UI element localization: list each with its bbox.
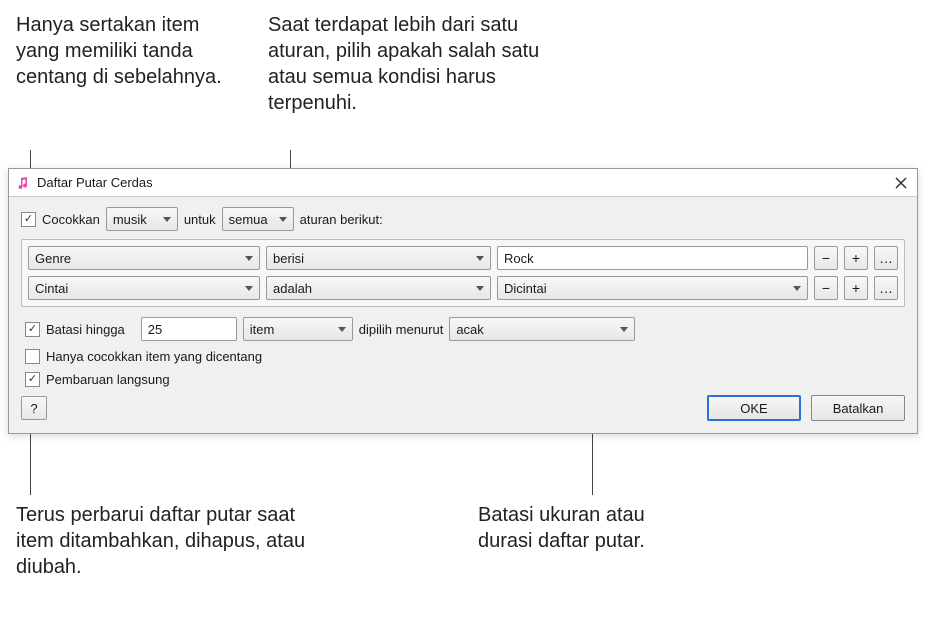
rule-field-select[interactable]: Cintai — [28, 276, 260, 300]
callout-limit: Batasi ukuran atau durasi daftar putar. — [478, 502, 678, 554]
limit-label: Batasi hingga — [46, 322, 125, 337]
rule-operator-value: berisi — [273, 251, 304, 266]
rules-container: Genre berisi Rock − + … Cintai adalah Di… — [21, 239, 905, 307]
rule-value-input[interactable]: Rock — [497, 246, 808, 270]
rule-value-text: Dicintai — [504, 281, 547, 296]
close-button[interactable] — [891, 173, 911, 193]
limit-selectedby-text: dipilih menurut — [359, 322, 444, 337]
callout-only-checked: Hanya sertakan item yang memiliki tanda … — [16, 12, 246, 90]
limit-unit-value: item — [250, 322, 275, 337]
music-note-icon — [15, 175, 31, 191]
match-mode-select[interactable]: semua — [222, 207, 294, 231]
limit-checkbox[interactable] — [25, 322, 40, 337]
callout-match-mode: Saat terdapat lebih dari satu aturan, pi… — [268, 12, 568, 116]
match-for-text: untuk — [184, 212, 216, 227]
match-suffix-text: aturan berikut: — [300, 212, 383, 227]
only-checked-checkbox[interactable] — [25, 349, 40, 364]
match-row: Cocokkan musik untuk semua aturan beriku… — [21, 207, 905, 231]
rule-row: Cintai adalah Dicintai − + … — [28, 276, 898, 300]
limit-selectedby-select[interactable]: acak — [449, 317, 635, 341]
live-update-checkbox[interactable] — [25, 372, 40, 387]
only-checked-label: Hanya cocokkan item yang dicentang — [46, 349, 262, 364]
cancel-button[interactable]: Batalkan — [811, 395, 905, 421]
rule-more-button[interactable]: … — [874, 276, 898, 300]
rule-row: Genre berisi Rock − + … — [28, 246, 898, 270]
rule-field-select[interactable]: Genre — [28, 246, 260, 270]
rule-value-select[interactable]: Dicintai — [497, 276, 808, 300]
limit-amount-input[interactable]: 25 — [141, 317, 237, 341]
live-update-label: Pembaruan langsung — [46, 372, 170, 387]
rule-field-value: Cintai — [35, 281, 68, 296]
titlebar: Daftar Putar Cerdas — [9, 169, 917, 197]
ok-button[interactable]: OKE — [707, 395, 801, 421]
media-type-select[interactable]: musik — [106, 207, 178, 231]
rule-remove-button[interactable]: − — [814, 276, 838, 300]
rule-remove-button[interactable]: − — [814, 246, 838, 270]
close-icon — [895, 177, 907, 189]
rule-operator-select[interactable]: berisi — [266, 246, 491, 270]
match-mode-value: semua — [229, 212, 268, 227]
rule-field-value: Genre — [35, 251, 71, 266]
media-type-value: musik — [113, 212, 147, 227]
limit-selectedby-value: acak — [456, 322, 483, 337]
limit-amount-value: 25 — [148, 322, 162, 337]
only-checked-row: Hanya cocokkan item yang dicentang — [21, 349, 905, 364]
rule-add-button[interactable]: + — [844, 246, 868, 270]
help-button[interactable]: ? — [21, 396, 47, 420]
rule-more-button[interactable]: … — [874, 246, 898, 270]
live-update-row: Pembaruan langsung — [21, 372, 905, 387]
rule-operator-value: adalah — [273, 281, 312, 296]
callout-live-update: Terus perbarui daftar putar saat item di… — [16, 502, 316, 580]
limit-row: Batasi hingga 25 item dipilih menurut ac… — [21, 317, 905, 341]
limit-unit-select[interactable]: item — [243, 317, 353, 341]
dialog-title: Daftar Putar Cerdas — [37, 175, 153, 190]
rule-add-button[interactable]: + — [844, 276, 868, 300]
rule-operator-select[interactable]: adalah — [266, 276, 491, 300]
smart-playlist-dialog: Daftar Putar Cerdas Cocokkan musik untuk… — [8, 168, 918, 434]
dialog-footer: ? OKE Batalkan — [21, 395, 905, 421]
match-label: Cocokkan — [42, 212, 100, 227]
rule-value-text: Rock — [504, 251, 534, 266]
dialog-body: Cocokkan musik untuk semua aturan beriku… — [9, 197, 917, 433]
match-checkbox[interactable] — [21, 212, 36, 227]
